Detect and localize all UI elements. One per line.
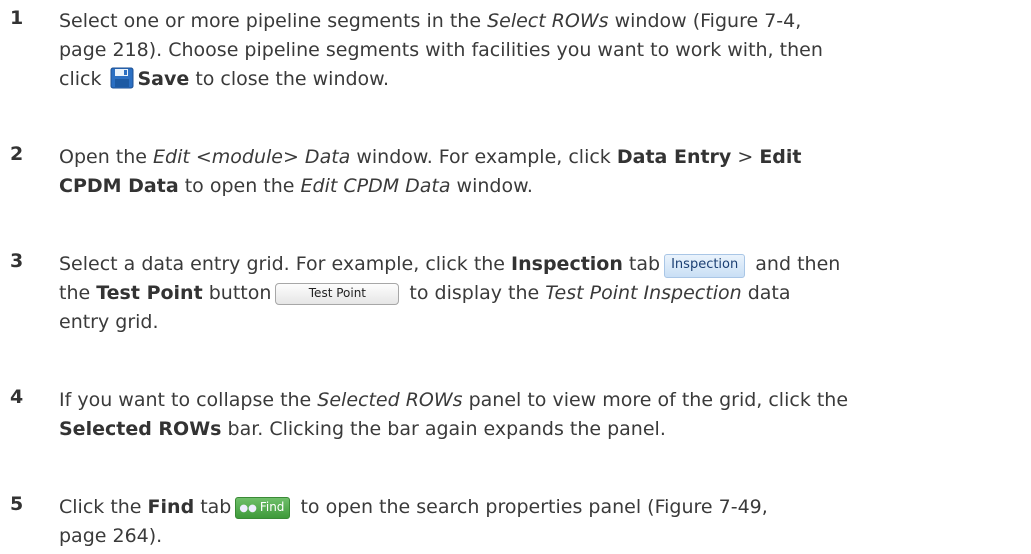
test-point-button-icon: Test Point — [275, 283, 400, 305]
save-disk-icon — [110, 67, 133, 89]
step-text: If you want to collapse the Selected ROW… — [59, 389, 849, 440]
step-number: 2 — [10, 143, 24, 165]
step-number: 1 — [10, 7, 24, 29]
step-text: Select a data entry grid. For example, c… — [59, 253, 841, 333]
step-text: Select one or more pipeline segments in … — [59, 10, 823, 90]
step-text: Click the Find tab ●● Find to open the sea… — [59, 496, 768, 547]
inspection-tab-icon: Inspection — [664, 254, 746, 278]
step-number: 3 — [10, 250, 24, 272]
step-text: Open the Edit <module> Data window. For … — [59, 146, 802, 197]
step-number: 4 — [10, 386, 24, 408]
find-tab-icon: ●● Find — [235, 497, 291, 519]
step-number: 5 — [10, 493, 24, 515]
binoculars-icon: ●● — [239, 503, 257, 514]
